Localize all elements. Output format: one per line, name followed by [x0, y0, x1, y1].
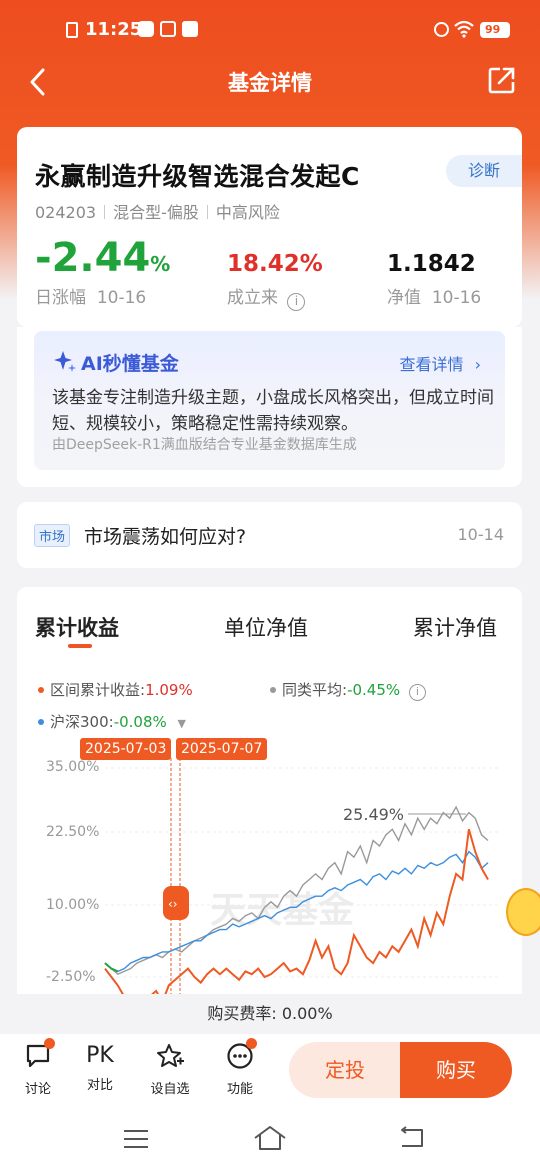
add-watchlist-button[interactable]: 设自选 — [140, 1042, 200, 1097]
status-bar: 11:25 99 — [0, 0, 540, 60]
page-title: 基金详情 — [228, 71, 312, 95]
fund-code: 024203 — [35, 203, 97, 222]
status-time: 11:25 — [85, 19, 143, 40]
info-icon[interactable]: i — [408, 684, 426, 701]
fund-meta: 024203 混合型-偏股 中高风险 — [35, 199, 280, 223]
alarm-icon — [434, 22, 449, 37]
auto-invest-button[interactable]: 定投 — [289, 1042, 401, 1098]
tab-cumulative-nav[interactable]: 累计净值 — [413, 612, 497, 642]
since-inception-value: 18.42% — [227, 251, 323, 277]
ai-summary-card[interactable]: AI秒懂基金 查看详情 › 该基金专注制造升级主题，小盘成长风格突出，但成立时间… — [34, 331, 505, 470]
more-functions-button[interactable]: 功能 — [210, 1038, 270, 1097]
return-chart[interactable]: 天天基金 25.49% ‹› — [0, 740, 540, 994]
sparkle-icon — [54, 351, 76, 372]
nav-bar: 基金详情 — [0, 60, 540, 102]
mascot-float-icon[interactable] — [506, 888, 540, 936]
app-notification-icon-3 — [182, 21, 198, 37]
ai-footer-note: 由DeepSeek-R1满血版结合专业基金数据库生成 — [52, 437, 357, 453]
legend-fund: 区间累计收益:1.09% — [38, 679, 193, 700]
legend-index[interactable]: 沪深300:-0.08% ▼ — [38, 711, 186, 732]
share-icon[interactable] — [488, 66, 516, 94]
fund-risk: 中高风险 — [215, 203, 280, 222]
tab-underline — [68, 644, 92, 648]
app-notification-icon-2 — [160, 21, 176, 37]
chevron-right-icon: › — [474, 355, 481, 374]
daily-change-label: 日涨幅 10-16 — [35, 288, 147, 308]
star-plus-icon — [157, 1044, 184, 1067]
legend-dot-peer — [270, 687, 276, 693]
notification-dot — [246, 1038, 257, 1049]
news-date: 10-14 — [457, 525, 505, 544]
fund-info-card: 永赢制造升级智选混合发起C 诊断 024203 混合型-偏股 中高风险 -2.44%… — [17, 127, 522, 327]
daily-change-unit: % — [150, 252, 171, 276]
battery-level: 99 — [485, 23, 501, 36]
wifi-icon — [454, 20, 474, 38]
app-notification-icon — [138, 21, 154, 37]
nav-label: 净值 10-16 — [387, 288, 482, 308]
sim-icon — [66, 22, 78, 38]
ai-summary-text: 该基金专注制造升级主题，小盘成长风格突出，但成立时间短、规模较小，策略稳定性需持… — [52, 388, 494, 434]
caret-down-icon: ▼ — [177, 717, 187, 730]
drag-handle-arrows: ‹› — [168, 897, 178, 911]
bottom-action-bar: 讨论 PK 对比 设自选 功能 定投 购买 — [0, 1034, 540, 1110]
buy-button[interactable]: 购买 — [400, 1042, 512, 1098]
discuss-button[interactable]: 讨论 — [8, 1038, 68, 1097]
nav-value: 1.1842 — [387, 251, 476, 277]
fee-bar: 购买费率: 0.00% — [0, 994, 540, 1034]
menu-icon[interactable] — [122, 1128, 150, 1150]
legend-dot-fund — [38, 687, 44, 693]
home-icon[interactable] — [252, 1124, 288, 1152]
tab-unit-nav[interactable]: 单位净值 — [224, 612, 308, 642]
ai-title: AI秒懂基金 — [81, 353, 179, 375]
diagnose-button[interactable]: 诊断 — [446, 155, 522, 187]
tab-cumulative-return[interactable]: 累计收益 — [35, 612, 119, 642]
fund-name: 永赢制造升级智选混合发起C — [35, 162, 360, 191]
daily-change-value: -2.44 — [35, 235, 151, 281]
legend-dot-index — [38, 719, 44, 725]
system-nav-bar — [0, 1110, 540, 1170]
since-inception-label: 成立来 i — [227, 283, 306, 311]
news-card[interactable]: 市场 市场震荡如何应对? 10-14 — [17, 502, 522, 568]
news-title: 市场震荡如何应对? — [84, 526, 247, 548]
daily-change: -2.44% — [35, 235, 170, 281]
legend-peer: 同类平均:-0.45% i — [270, 679, 426, 701]
notification-dot — [44, 1038, 55, 1049]
news-tag: 市场 — [34, 524, 71, 547]
ai-detail-link[interactable]: 查看详情 › — [399, 351, 481, 375]
fund-type: 混合型-偏股 — [113, 203, 199, 222]
back-nav-icon[interactable] — [396, 1126, 428, 1150]
peak-label: 25.49% — [343, 805, 404, 824]
info-icon[interactable]: i — [287, 293, 306, 311]
pk-icon: PK — [86, 1043, 114, 1068]
compare-button[interactable]: PK 对比 — [70, 1042, 130, 1093]
